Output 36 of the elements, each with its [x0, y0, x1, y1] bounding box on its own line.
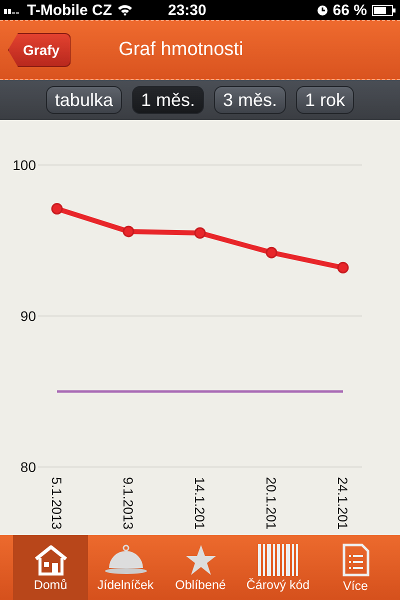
- data-point: [194, 227, 206, 239]
- data-point: [122, 226, 134, 238]
- period-tab[interactable]: 1 měs.: [132, 86, 204, 114]
- screen-title: Graf hmotnosti: [118, 39, 244, 61]
- back-button[interactable]: Grafy: [8, 33, 71, 67]
- battery-percent: 66 %: [332, 2, 367, 18]
- tab-bar-item[interactable]: Více: [318, 535, 393, 600]
- x-tick-label: 20.1.201: [264, 477, 278, 530]
- battery-icon: [372, 4, 396, 16]
- alarm-icon: [316, 4, 328, 16]
- x-tick-label: 14.1.201: [192, 477, 207, 530]
- data-point: [266, 246, 278, 258]
- x-tick-label: 9.1.2013: [120, 477, 136, 530]
- clock-time: 23:30: [168, 2, 206, 18]
- carrier-name: T-Mobile CZ: [27, 2, 112, 18]
- data-point: [51, 203, 63, 215]
- period-tab[interactable]: 1 rok: [296, 86, 354, 114]
- data-point: [337, 262, 349, 274]
- y-tick-label: 80: [20, 459, 36, 475]
- period-tab[interactable]: tabulka: [46, 86, 122, 114]
- wifi-icon: [117, 4, 133, 16]
- house-icon: [32, 544, 68, 576]
- tab-bar-item[interactable]: Domů: [13, 535, 88, 600]
- y-tick-label: 100: [12, 157, 36, 173]
- document-list-icon: [342, 542, 370, 576]
- star-icon: [184, 544, 216, 576]
- x-tick-label: 24.1.201: [335, 477, 350, 530]
- tab-bar-item[interactable]: Čárový kód: [238, 535, 318, 600]
- period-tab[interactable]: 3 měs.: [214, 86, 286, 114]
- tab-bar-item[interactable]: Oblíbené: [163, 535, 238, 600]
- x-tick-label: 5.1.2013: [49, 477, 64, 530]
- barcode-icon: [258, 544, 298, 576]
- tab-bar-item[interactable]: Jídelníček: [88, 535, 163, 600]
- signal-icon: [4, 6, 22, 14]
- cloche-icon: [102, 544, 148, 576]
- y-tick-label: 90: [20, 308, 36, 324]
